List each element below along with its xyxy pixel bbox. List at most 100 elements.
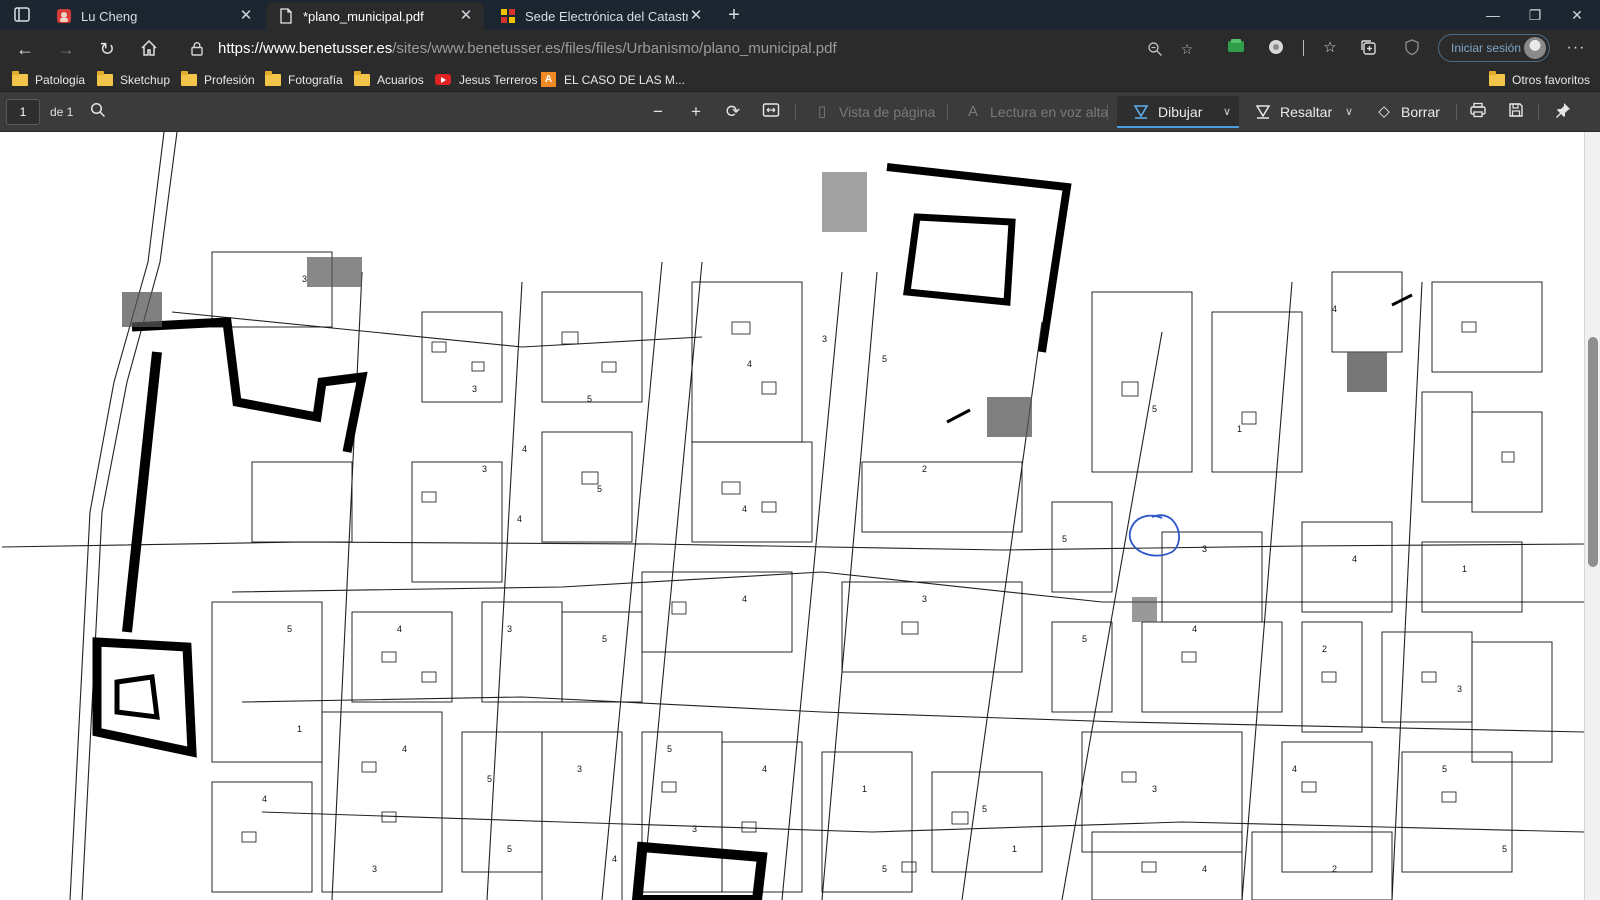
block-number: 1: [1462, 564, 1467, 574]
favorite-jesus-terreros[interactable]: Jesus Terreros: [435, 70, 537, 89]
favorite-el-caso[interactable]: A EL CASO DE LAS M...: [541, 70, 685, 89]
page-view-button[interactable]: ▯ Vista de página: [813, 101, 935, 123]
favorites-icon[interactable]: ☆: [1320, 38, 1340, 58]
block-number: 2: [1322, 644, 1327, 654]
block-number: 5: [597, 484, 602, 494]
block-number: 4: [397, 624, 402, 634]
favorite-acuarios[interactable]: Acuarios: [354, 70, 424, 89]
page-count: de 1: [50, 105, 74, 119]
close-tab-icon[interactable]: ✕: [688, 8, 704, 24]
sign-in-button[interactable]: Iniciar sesión: [1438, 34, 1550, 62]
favorite-sketchup[interactable]: Sketchup: [97, 70, 170, 89]
browser-essentials-icon[interactable]: [1402, 38, 1422, 58]
vertical-scrollbar[interactable]: [1584, 132, 1600, 900]
block-number: 2: [922, 464, 927, 474]
tab-catastro[interactable]: Sede Electrónica del Catastro - I ✕: [488, 2, 714, 30]
eraser-icon: ◇: [1378, 103, 1390, 120]
tab-actions-icon[interactable]: [12, 6, 32, 24]
favorite-label: EL CASO DE LAS M...: [564, 72, 685, 87]
block-number: 1: [297, 724, 302, 734]
draw-button[interactable]: Dibujar: [1132, 101, 1202, 123]
pin-toolbar-icon[interactable]: [1553, 102, 1573, 122]
zoom-icon[interactable]: [1146, 41, 1164, 57]
favorite-patologia[interactable]: Patologia: [12, 70, 85, 89]
save-icon[interactable]: [1506, 102, 1526, 122]
draw-options-chevron-icon[interactable]: ∨: [1220, 104, 1234, 120]
block-number: 4: [1202, 864, 1207, 874]
zoom-in-icon[interactable]: +: [686, 102, 706, 122]
block-number: 4: [262, 794, 267, 804]
block-number: 4: [1352, 554, 1357, 564]
tab-lu-cheng[interactable]: Lu Cheng ✕: [44, 2, 264, 30]
close-tab-icon[interactable]: ✕: [238, 8, 254, 24]
erase-button[interactable]: ◇ Borrar: [1375, 101, 1440, 123]
favorite-profesion[interactable]: Profesión: [181, 70, 255, 89]
scrollbar-thumb[interactable]: [1588, 337, 1598, 567]
favorite-label: Jesus Terreros: [459, 72, 538, 87]
block-number: 3: [922, 594, 927, 604]
url-text[interactable]: https://www.benetusser.es/sites/www.bene…: [218, 40, 837, 57]
favorite-label: Patologia: [35, 72, 86, 87]
tab-strip: Lu Cheng ✕ *plano_municipal.pdf ✕ Sede E…: [0, 0, 1600, 30]
lock-icon[interactable]: [190, 41, 204, 56]
more-options-icon[interactable]: ···: [1565, 38, 1587, 58]
zoom-out-icon[interactable]: −: [648, 102, 668, 122]
pdf-document-view[interactable]: 3 3 4 5 4 3 5 5 1 4 3 4 5 4 2 5 3 4 1 5 4 3 5 4 3 5 4 2 3 1 4 5 3 5 4 1 5 3 4 5…: [0, 132, 1600, 900]
tab-plano-municipal[interactable]: *plano_municipal.pdf ✕: [266, 2, 484, 30]
block-number: 5: [882, 354, 887, 364]
document-favicon-icon: [278, 8, 294, 24]
page-number-input[interactable]: 1: [6, 99, 40, 125]
block-number: 3: [1457, 684, 1462, 694]
home-icon[interactable]: [138, 38, 160, 60]
extension-icon[interactable]: [1226, 38, 1246, 58]
favorite-label: Acuarios: [377, 72, 424, 87]
municipal-plan-map[interactable]: 3 3 4 5 4 3 5 5 1 4 3 4 5 4 2 5 3 4 1 5 4 3 5 4 3 5 4 2 3 1 4 5 3 5 4 1 5 3 4 5…: [2, 132, 1584, 900]
page-view-icon: ▯: [817, 103, 827, 120]
other-favorites[interactable]: Otros favoritos: [1489, 70, 1590, 89]
block-number: 5: [287, 624, 292, 634]
navigation-bar: ← → ↻ https://www.benetusser.es/sites/ww…: [0, 30, 1600, 67]
block-number: 4: [1332, 304, 1337, 314]
read-aloud-button[interactable]: A Lectura en voz alta: [964, 101, 1108, 123]
highlight-button[interactable]: Resaltar: [1254, 101, 1332, 123]
block-number: 3: [302, 274, 307, 284]
folder-icon: [97, 70, 113, 86]
favorite-fotografia[interactable]: Fotografía: [265, 70, 343, 89]
address-bar[interactable]: https://www.benetusser.es/sites/www.bene…: [178, 33, 1193, 64]
block-number: 4: [517, 514, 522, 524]
block-number: 5: [1082, 634, 1087, 644]
close-window-icon[interactable]: ✕: [1566, 5, 1588, 25]
close-tab-icon[interactable]: ✕: [458, 8, 474, 24]
block-number: 4: [747, 359, 752, 369]
tab-title: Sede Electrónica del Catastro - I: [525, 8, 688, 24]
extension-circle-icon[interactable]: [1266, 38, 1286, 58]
toolbar-divider: [1456, 104, 1457, 120]
block-number: 3: [1202, 544, 1207, 554]
toolbar-divider: [1107, 104, 1108, 120]
add-favorite-icon[interactable]: ☆: [1178, 41, 1196, 57]
draw-pen-icon: [1132, 103, 1150, 121]
minimize-icon[interactable]: —: [1482, 5, 1504, 25]
block-number: 1: [1237, 424, 1242, 434]
block-number: 4: [522, 444, 527, 454]
refresh-icon[interactable]: ↻: [96, 38, 118, 60]
print-icon[interactable]: [1468, 102, 1488, 122]
block-number: 1: [1012, 844, 1017, 854]
fit-page-icon[interactable]: [761, 102, 781, 122]
profile-favicon-icon: [56, 8, 72, 24]
search-icon[interactable]: [88, 102, 108, 122]
highlight-options-chevron-icon[interactable]: ∨: [1342, 104, 1356, 120]
block-number: 4: [1192, 624, 1197, 634]
restore-icon[interactable]: ❐: [1524, 5, 1546, 25]
favorite-label: Sketchup: [120, 72, 171, 87]
collections-icon[interactable]: [1358, 38, 1378, 58]
rotate-icon[interactable]: ⟳: [723, 102, 743, 122]
back-icon[interactable]: ←: [14, 38, 36, 60]
folder-icon: [265, 70, 281, 86]
toolbar-divider: [947, 104, 948, 120]
favorite-label: Otros favoritos: [1512, 72, 1591, 87]
new-tab-icon[interactable]: +: [724, 5, 744, 25]
avatar-icon: [1524, 37, 1546, 59]
read-aloud-label: Lectura en voz alta: [990, 104, 1109, 120]
forward-icon[interactable]: →: [55, 38, 77, 60]
